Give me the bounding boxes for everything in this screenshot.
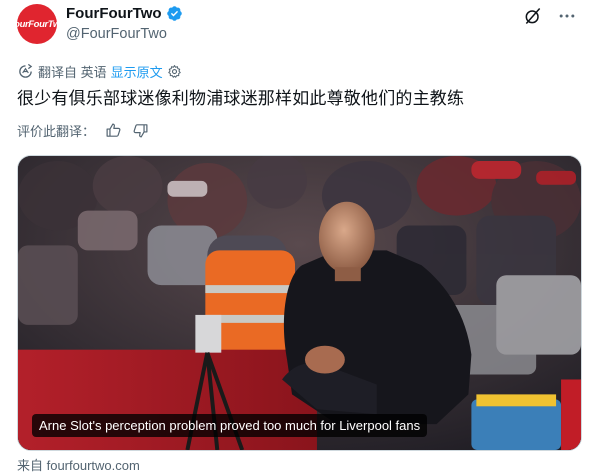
article-photo bbox=[18, 156, 581, 450]
tweet-text: 很少有俱乐部球迷像利物浦球迷那样如此尊敬他们的主教练 bbox=[17, 89, 465, 108]
rate-translation-label: 评价此翻译： bbox=[17, 124, 96, 139]
grok-icon[interactable] bbox=[523, 6, 543, 26]
translation-row: 翻译自 英语 显示原文 bbox=[17, 62, 182, 81]
thumbs-up-icon[interactable] bbox=[105, 122, 122, 139]
top-actions bbox=[523, 6, 577, 26]
gear-icon[interactable] bbox=[167, 64, 182, 79]
author-name[interactable]: FourFourTwo bbox=[66, 5, 162, 22]
translate-icon bbox=[19, 63, 33, 78]
translated-from-label: 翻译自 英语 bbox=[38, 65, 107, 80]
avatar[interactable]: FourFourTwo bbox=[17, 4, 57, 44]
show-original-link[interactable]: 显示原文 bbox=[111, 62, 163, 81]
more-options-icon[interactable] bbox=[557, 6, 577, 26]
link-card-image[interactable]: Arne Slot's perception problem proved to… bbox=[17, 155, 582, 451]
avatar-logo-text: FourFourTwo bbox=[17, 18, 57, 30]
verified-badge-icon bbox=[166, 6, 182, 21]
link-card-caption: Arne Slot's perception problem proved to… bbox=[32, 414, 428, 437]
thumbs-down-icon[interactable] bbox=[132, 122, 149, 139]
rate-translation-row: 评价此翻译： bbox=[17, 121, 149, 140]
link-source[interactable]: 来自 fourfourtwo.com bbox=[17, 455, 140, 474]
author-name-row: FourFourTwo bbox=[66, 5, 183, 22]
author-handle[interactable]: @FourFourTwo bbox=[66, 26, 167, 42]
